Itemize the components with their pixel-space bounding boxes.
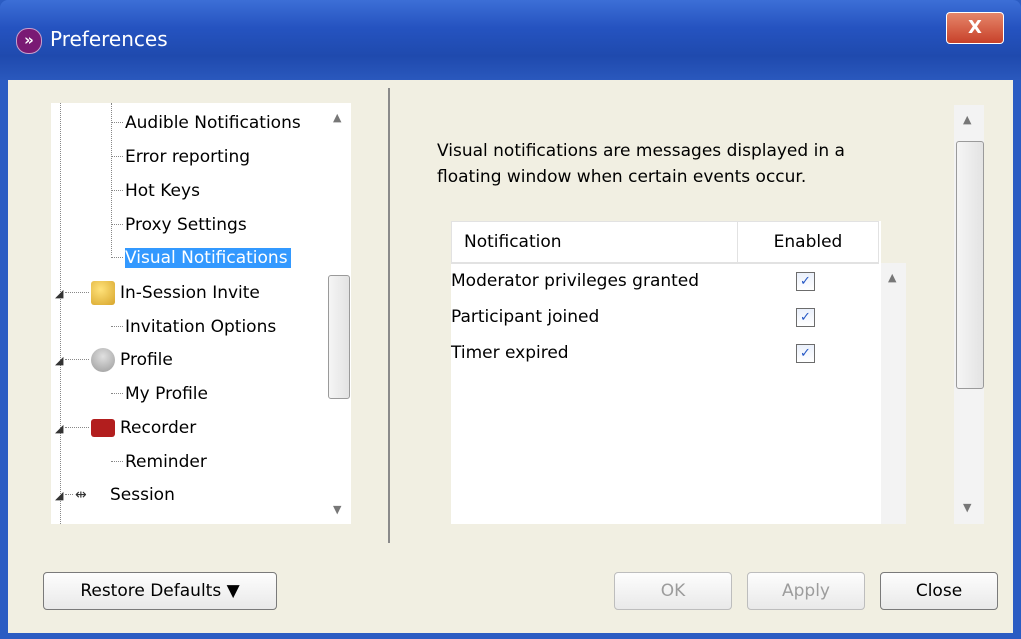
apply-button[interactable]: Apply (747, 572, 865, 610)
title-bar[interactable]: » Preferences X (0, 0, 1021, 80)
pane-divider[interactable] (388, 88, 390, 543)
tree-item-label: Hot Keys (125, 181, 200, 201)
preferences-tree[interactable]: Audible Notifications Error reporting Ho… (51, 103, 351, 524)
tree-item-hot-keys[interactable]: Hot Keys (111, 177, 200, 205)
notification-name: Timer expired (451, 343, 569, 363)
scroll-up-icon[interactable]: ▲ (963, 113, 971, 126)
tree-item-label: Profile (120, 350, 173, 370)
tree-scrollbar-thumb[interactable] (328, 275, 350, 399)
tree-item-label: Invitation Options (125, 317, 277, 337)
tree-item-label: Audible Notifications (125, 113, 301, 133)
ok-button[interactable]: OK (614, 572, 732, 610)
tree-item-visual-notifications[interactable]: Visual Notifications (111, 244, 291, 272)
tree-item-in-session-invite[interactable]: In-Session Invite (65, 279, 260, 307)
notifications-table: Notification Enabled Moderator privilege… (451, 221, 881, 524)
table-row[interactable]: Participant joined ✓ (451, 300, 881, 334)
close-button[interactable]: Close (880, 572, 998, 610)
window-close-button[interactable]: X (946, 12, 1004, 44)
expander-arrow-icon[interactable]: ◢ (55, 489, 63, 502)
scroll-up-icon[interactable]: ▲ (333, 111, 341, 124)
tree-item-recorder[interactable]: Recorder (65, 414, 196, 442)
tree-item-reminder[interactable]: Reminder (111, 448, 207, 476)
tree-item-error-reporting[interactable]: Error reporting (111, 143, 250, 171)
enabled-checkbox[interactable]: ✓ (796, 344, 815, 363)
table-row[interactable]: Timer expired ✓ (451, 336, 881, 370)
preferences-window: » Preferences X Audible Notifications Er… (0, 0, 1021, 639)
notification-name: Participant joined (451, 307, 600, 327)
table-row[interactable]: Moderator privileges granted ✓ (451, 264, 881, 298)
window-title: Preferences (50, 27, 168, 51)
scroll-up-icon[interactable]: ▲ (888, 271, 896, 284)
tree-item-label: My Profile (125, 384, 208, 404)
tree-item-audible-notifications[interactable]: Audible Notifications (111, 109, 301, 137)
chevron-right-icon: » (16, 28, 42, 54)
panel-scrollbar[interactable]: ▲ ▼ (954, 105, 984, 524)
tree-item-label: In-Session Invite (120, 283, 260, 303)
tree-item-proxy-settings[interactable]: Proxy Settings (111, 211, 247, 239)
tree-item-session[interactable]: ⇹ Session (65, 481, 175, 509)
enabled-checkbox[interactable]: ✓ (796, 308, 815, 327)
tree-item-label: Session (110, 485, 175, 505)
column-header-enabled[interactable]: Enabled (737, 221, 879, 264)
enabled-checkbox[interactable]: ✓ (796, 272, 815, 291)
expander-arrow-icon[interactable]: ◢ (55, 422, 63, 435)
tree-guide-line (60, 103, 62, 524)
recorder-icon (91, 419, 115, 437)
tree-item-label: Reminder (125, 452, 207, 472)
person-icon (91, 348, 115, 372)
tree-item-label: Visual Notifications (125, 248, 291, 268)
expander-arrow-icon[interactable]: ◢ (55, 287, 63, 300)
restore-defaults-button[interactable]: Restore Defaults ▼ (43, 572, 277, 610)
tree-scrollbar[interactable]: ▲ ▼ (326, 103, 351, 524)
notification-name: Moderator privileges granted (451, 271, 700, 291)
tree-item-label: Error reporting (125, 147, 251, 167)
scroll-down-icon[interactable]: ▼ (333, 503, 341, 516)
invite-icon (91, 281, 115, 305)
panel-scrollbar-thumb[interactable] (956, 141, 984, 389)
expander-arrow-icon[interactable]: ◢ (55, 354, 63, 367)
tree-item-profile[interactable]: Profile (65, 346, 173, 374)
session-icon: ⇹ (75, 487, 87, 503)
tree-item-label: Recorder (120, 418, 197, 438)
tree-item-invitation-options[interactable]: Invitation Options (111, 313, 276, 341)
tree-item-label: Proxy Settings (125, 215, 247, 235)
panel-description: Visual notifications are messages displa… (437, 141, 845, 187)
scroll-down-icon[interactable]: ▼ (963, 501, 971, 514)
table-scrollbar[interactable]: ▲ (881, 263, 906, 524)
column-header-notification[interactable]: Notification (451, 221, 749, 264)
tree-item-my-profile[interactable]: My Profile (111, 380, 208, 408)
